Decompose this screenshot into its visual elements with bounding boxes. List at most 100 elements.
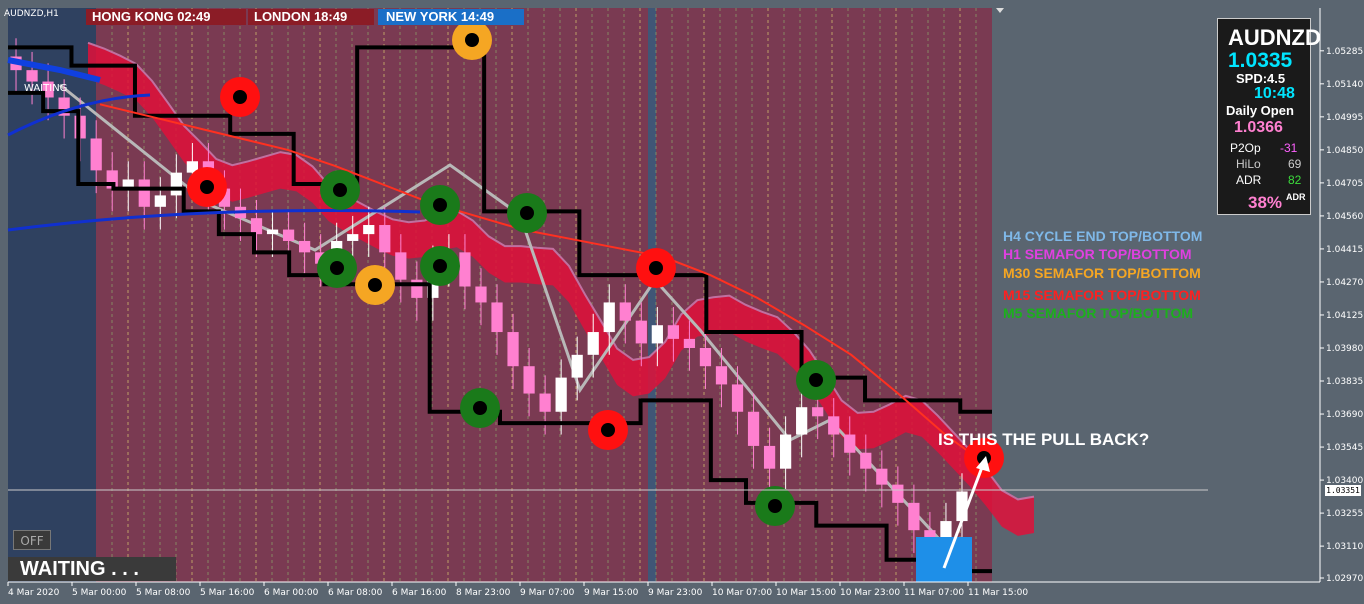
- candle-body: [667, 325, 679, 339]
- y-tick-label: 1.05140: [1326, 80, 1363, 90]
- candle-body: [347, 234, 359, 241]
- p2op-value: -31: [1280, 141, 1298, 155]
- candle-body: [154, 195, 166, 207]
- candle-body: [651, 325, 663, 344]
- semafor-core: [433, 259, 447, 273]
- x-tick-label: 5 Mar 16:00: [200, 588, 255, 598]
- spread: SPD:4.5: [1236, 71, 1286, 86]
- current-price-tag: 1.03351: [1325, 485, 1361, 496]
- candle-body: [299, 240, 311, 253]
- semafor-core: [233, 90, 247, 104]
- legend-h4: H4 CYCLE END TOP/BOTTOM: [1003, 228, 1203, 244]
- candle-body: [282, 229, 295, 241]
- y-tick-label: 1.04270: [1326, 278, 1363, 288]
- adr-label: ADR: [1236, 173, 1262, 187]
- x-tick-label: 6 Mar 16:00: [392, 588, 447, 598]
- candle-body: [459, 252, 471, 287]
- semafor-core: [649, 261, 663, 275]
- semafor-core: [333, 183, 347, 197]
- legend-m15: M15 SEMAFOR TOP/BOTTOM: [1003, 287, 1201, 303]
- candle-body: [170, 172, 182, 196]
- candle-body: [475, 286, 487, 303]
- pair-name: AUDNZD: [1228, 25, 1321, 50]
- x-tick-label: 8 Mar 23:00: [456, 588, 511, 598]
- candle-body: [844, 434, 856, 453]
- y-tick-label: 1.04995: [1326, 113, 1363, 123]
- y-tick-label: 1.03545: [1326, 443, 1363, 453]
- candle-body: [539, 393, 551, 412]
- symbol-label: AUDNZD,H1: [4, 9, 59, 19]
- candle-body: [138, 179, 150, 207]
- candle-body: [747, 411, 760, 446]
- semafor-core: [601, 423, 615, 437]
- hilo-label: HiLo: [1236, 157, 1261, 171]
- candle-body: [812, 407, 824, 417]
- x-tick-label: 10 Mar 15:00: [776, 588, 836, 598]
- semafor-core: [330, 261, 344, 275]
- x-tick-label: 10 Mar 07:00: [712, 588, 772, 598]
- candle-body: [250, 218, 263, 235]
- signal-box: [916, 537, 972, 582]
- candle-body: [796, 407, 808, 435]
- candle-body: [780, 434, 792, 469]
- candle-body: [715, 366, 728, 385]
- candle-body: [587, 332, 599, 355]
- x-tick-label: 11 Mar 07:00: [904, 588, 964, 598]
- x-tick-label: 5 Mar 08:00: [136, 588, 191, 598]
- adr-percent-label: ADR: [1286, 192, 1306, 202]
- legend-h1: H1 SEMAFOR TOP/BOTTOM: [1003, 246, 1192, 262]
- candle-body: [876, 468, 888, 485]
- status-waiting-label: WAITING: [24, 83, 68, 94]
- x-tick-label: 9 Mar 15:00: [584, 588, 639, 598]
- x-tick-label: 9 Mar 23:00: [648, 588, 703, 598]
- x-tick-label: 6 Mar 08:00: [328, 588, 383, 598]
- session-new-york: NEW YORK 14:49: [378, 9, 524, 25]
- candle-body: [90, 138, 102, 171]
- semafor-core: [809, 373, 823, 387]
- y-tick-label: 1.03980: [1326, 344, 1363, 354]
- candle-body: [571, 354, 583, 378]
- semafor-core: [368, 278, 382, 292]
- candle-body: [683, 338, 696, 348]
- hilo-value: 69: [1288, 157, 1302, 171]
- candle-body: [828, 416, 840, 435]
- candle-body: [731, 384, 744, 412]
- semafor-core: [200, 180, 214, 194]
- y-axis-ticks: 1.05285 1.05140 1.04995 1.04850 1.04705 1.045…: [1320, 47, 1363, 584]
- session-hong-kong: HONG KONG 02:49: [86, 9, 246, 25]
- off-button[interactable]: OFF: [13, 530, 51, 550]
- session-london: LONDON 18:49: [248, 9, 374, 25]
- session-divider: [648, 8, 656, 582]
- legend-m30: M30 SEMAFOR TOP/BOTTOM: [1003, 265, 1201, 281]
- y-tick-label: 1.03690: [1326, 410, 1363, 420]
- x-axis-ticks: 4 Mar 2020 5 Mar 00:00 5 Mar 08:00 5 Mar 16…: [7, 582, 1028, 598]
- daily-open-value: 1.0366: [1234, 119, 1283, 136]
- y-tick-label: 1.04850: [1326, 146, 1363, 156]
- x-tick-label: 4 Mar 2020: [8, 588, 60, 598]
- server-time: 10:48: [1254, 85, 1295, 102]
- p2op-label: P2Op: [1230, 141, 1261, 155]
- candle-body: [763, 445, 776, 469]
- y-tick-label: 1.04125: [1326, 311, 1363, 321]
- y-tick-label: 1.03255: [1326, 509, 1363, 519]
- info-panel: AUDNZD 1.0335 SPD:4.5 10:48 Daily Open 1…: [1217, 18, 1321, 215]
- semafor-core: [520, 206, 534, 220]
- y-tick-label: 1.03835: [1326, 377, 1363, 387]
- candle-body: [555, 377, 567, 412]
- semafor-core: [768, 499, 782, 513]
- semafor-core: [473, 401, 487, 415]
- semafor-core: [433, 198, 447, 212]
- candle-body: [699, 347, 712, 367]
- y-tick-label: 1.03110: [1326, 542, 1363, 552]
- candle-body: [908, 502, 920, 531]
- candle-body: [892, 484, 904, 503]
- candle-body: [379, 225, 391, 253]
- current-price: 1.0335: [1228, 49, 1293, 72]
- y-tick-label: 1.05285: [1326, 47, 1363, 57]
- candle-body: [619, 302, 631, 321]
- candle-body: [491, 302, 503, 333]
- waiting-banner: WAITING . . .: [8, 557, 176, 581]
- y-tick-label: 1.04705: [1326, 179, 1363, 189]
- y-tick-label: 1.04560: [1326, 212, 1363, 222]
- y-tick-label: 1.02970: [1326, 574, 1363, 584]
